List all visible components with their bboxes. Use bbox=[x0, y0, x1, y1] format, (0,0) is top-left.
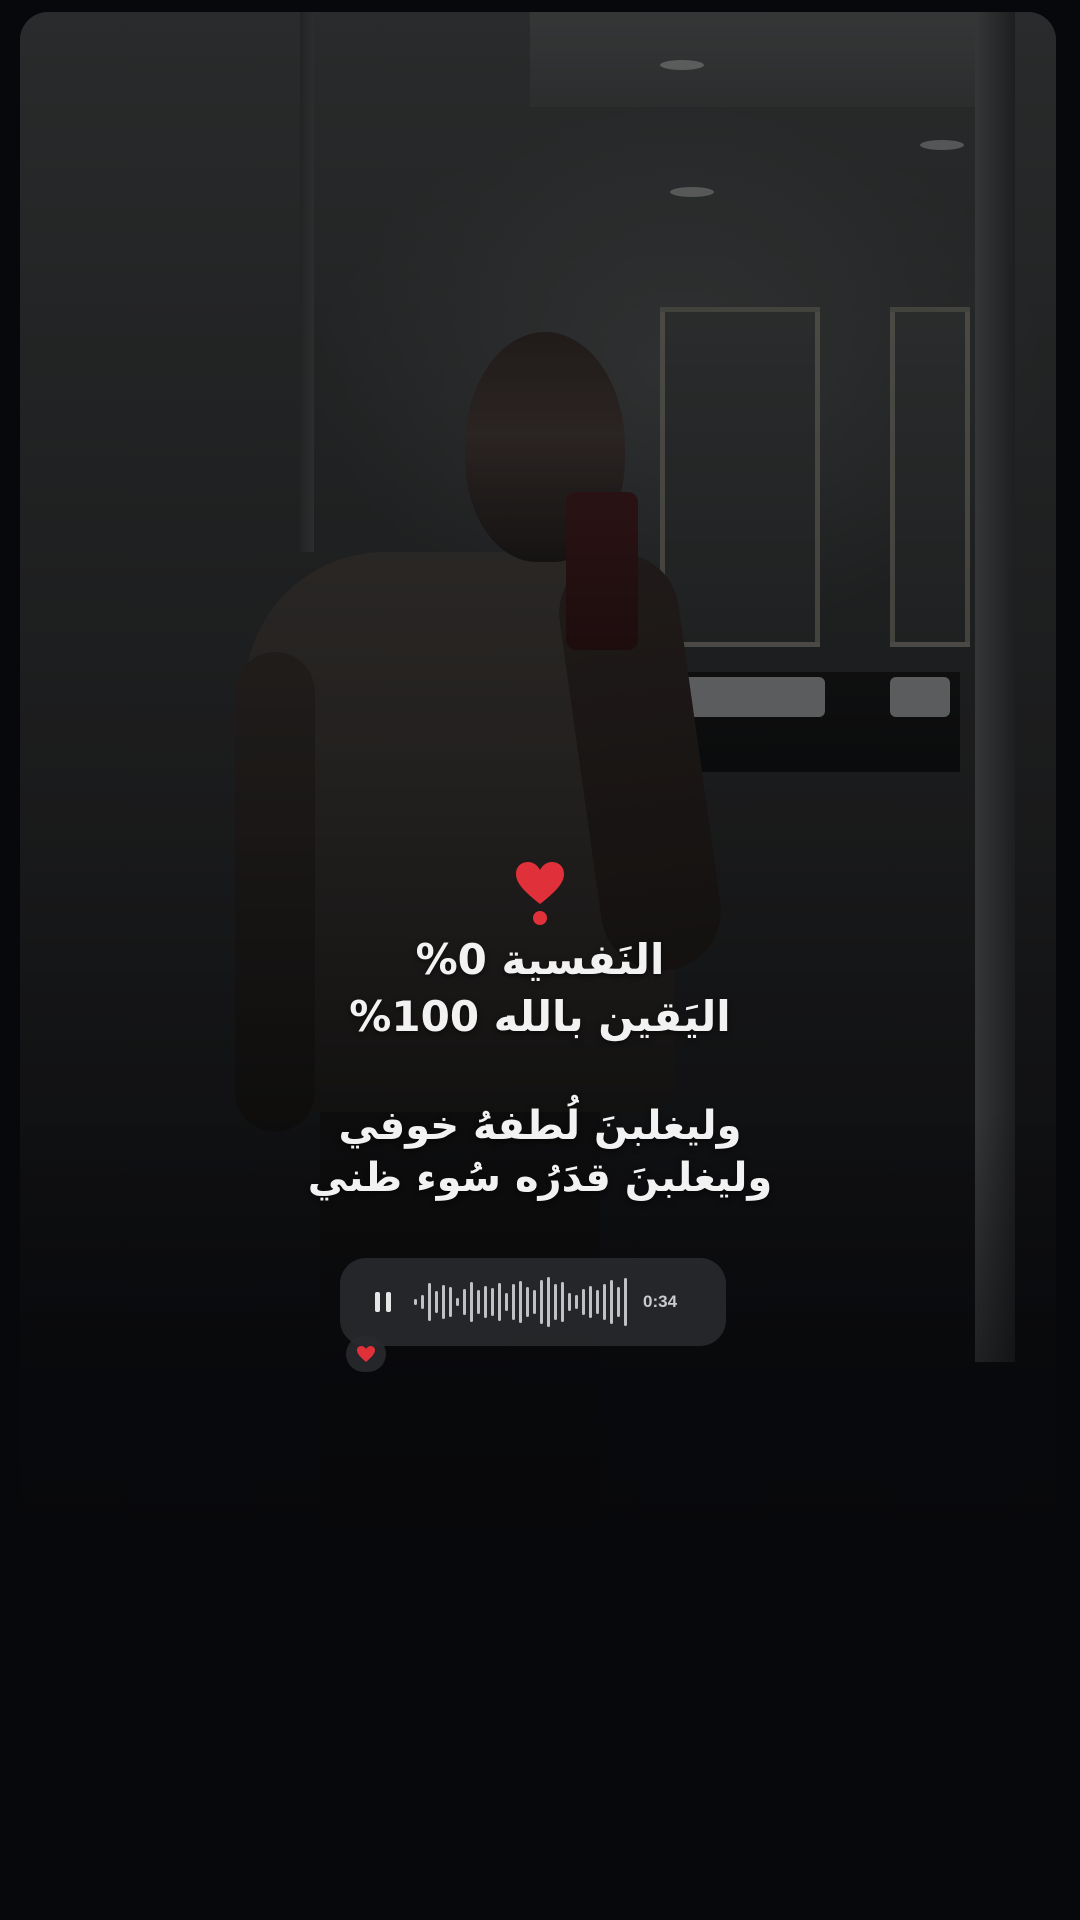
waveform-bar bbox=[603, 1284, 606, 1320]
story-line: النَفسية 0% bbox=[415, 935, 665, 984]
waveform-bar bbox=[582, 1289, 585, 1315]
waveform-bar bbox=[491, 1288, 494, 1316]
heart-icon bbox=[357, 1346, 375, 1362]
waveform-bar bbox=[512, 1284, 515, 1320]
photo-fade bbox=[20, 1108, 1056, 1908]
waveform-bar bbox=[596, 1290, 599, 1314]
waveform-bar bbox=[484, 1286, 487, 1318]
waveform-bar bbox=[624, 1278, 627, 1326]
waveform-bar bbox=[477, 1290, 480, 1314]
waveform-bar bbox=[498, 1283, 501, 1321]
waveform-bar bbox=[554, 1284, 557, 1320]
waveform-bar bbox=[428, 1283, 431, 1321]
waveform-bar bbox=[589, 1286, 592, 1318]
waveform-bar bbox=[519, 1281, 522, 1323]
waveform-bar bbox=[540, 1280, 543, 1324]
heart-exclamation-icon bbox=[510, 860, 570, 930]
waveform-bar bbox=[547, 1277, 550, 1327]
waveform-bar bbox=[414, 1299, 417, 1305]
waveform-bar bbox=[442, 1285, 445, 1319]
waveform-bar bbox=[526, 1287, 529, 1317]
waveform-bar bbox=[435, 1291, 438, 1313]
waveform-bar bbox=[561, 1282, 564, 1322]
story-line: اليَقين بالله 100% bbox=[349, 991, 731, 1041]
waveform-bar bbox=[610, 1280, 613, 1324]
reaction-badge[interactable] bbox=[346, 1336, 386, 1372]
waveform-bar bbox=[575, 1295, 578, 1309]
waveform-bar bbox=[533, 1290, 536, 1314]
waveform-bar bbox=[470, 1282, 473, 1322]
waveform-bar bbox=[463, 1289, 466, 1315]
story-line: وليغلبنَ لُطفهُ خوفي bbox=[338, 1103, 742, 1149]
waveform-bar bbox=[456, 1298, 459, 1306]
voice-duration: 0:34 bbox=[643, 1292, 678, 1311]
waveform-bar bbox=[421, 1295, 424, 1309]
audio-waveform[interactable] bbox=[414, 1258, 631, 1346]
waveform-bar bbox=[617, 1287, 620, 1317]
story-line: وليغلبنَ قدَرُه سُوء ظني bbox=[307, 1155, 773, 1201]
story-text: النَفسية 0% اليَقين بالله 100% وليغلبنَ … bbox=[0, 860, 1080, 1203]
waveform-bar bbox=[505, 1293, 508, 1311]
pause-icon[interactable] bbox=[358, 1258, 408, 1346]
voice-message[interactable]: 0:34 bbox=[340, 1258, 726, 1346]
waveform-bar bbox=[449, 1287, 452, 1317]
waveform-bar bbox=[568, 1293, 571, 1311]
